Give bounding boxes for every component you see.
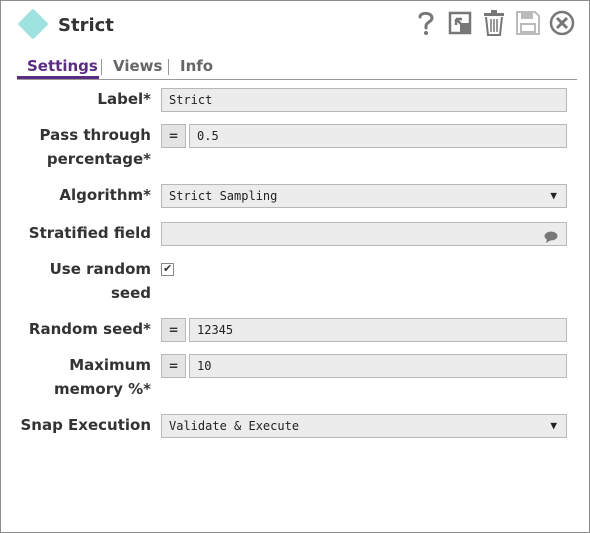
label-input[interactable]: Strict <box>161 88 567 112</box>
suggestion-bubble-icon[interactable] <box>544 228 558 250</box>
pass-through-input[interactable]: 0.5 <box>189 124 567 148</box>
random-seed-label: Random seed* <box>28 320 151 338</box>
max-memory-label-line2: memory %* <box>53 380 151 398</box>
dialog-header: Strict <box>1 1 589 51</box>
tab-info[interactable]: Info <box>180 57 213 75</box>
label-field-label: Label* <box>97 90 151 108</box>
tab-views[interactable]: Views <box>113 57 162 75</box>
snap-execution-label: Snap Execution <box>20 416 151 434</box>
close-icon[interactable] <box>549 9 575 37</box>
algorithm-select[interactable]: Strict Sampling ▼ <box>161 184 567 208</box>
max-memory-input[interactable]: 10 <box>189 354 567 378</box>
use-random-seed-label-line1: Use random <box>49 260 151 278</box>
snap-execution-selected-value: Validate & Execute <box>169 419 300 433</box>
tab-bar: Settings Views Info <box>17 55 577 80</box>
checkmark-icon: ✔ <box>163 262 173 275</box>
question-icon[interactable] <box>413 9 439 37</box>
pass-through-expression-button[interactable]: = <box>161 124 186 148</box>
tab-divider <box>168 59 169 75</box>
dialog-toolbar <box>413 9 575 37</box>
tab-settings[interactable]: Settings <box>27 57 98 75</box>
algorithm-label: Algorithm* <box>59 186 151 204</box>
dialog-title: Strict <box>58 15 114 36</box>
max-memory-expression-button[interactable]: = <box>161 354 186 378</box>
stratified-field-input[interactable] <box>161 222 567 246</box>
snap-logo-icon <box>17 8 49 40</box>
use-random-seed-label-line2: seed <box>110 284 151 302</box>
dropdown-arrow-icon: ▼ <box>550 419 557 432</box>
trash-icon[interactable] <box>481 9 507 37</box>
stratified-field-label: Stratified field <box>28 224 151 242</box>
dropdown-arrow-icon: ▼ <box>550 189 557 202</box>
max-memory-label-line1: Maximum <box>69 356 151 374</box>
snap-settings-dialog: Strict Settings Views Info Label* Strict… <box>0 0 590 533</box>
use-random-seed-checkbox[interactable]: ✔ <box>161 262 174 276</box>
pass-through-label-line1: Pass through <box>39 126 151 144</box>
random-seed-input[interactable]: 12345 <box>189 318 567 342</box>
pass-through-label-line2: percentage* <box>46 150 151 168</box>
snap-execution-select[interactable]: Validate & Execute ▼ <box>161 414 567 438</box>
active-tab-underline <box>17 76 99 79</box>
algorithm-selected-value: Strict Sampling <box>169 189 278 203</box>
save-icon[interactable] <box>515 9 541 37</box>
expand-icon[interactable] <box>447 9 473 37</box>
tab-divider <box>101 59 102 75</box>
random-seed-expression-button[interactable]: = <box>161 318 186 342</box>
